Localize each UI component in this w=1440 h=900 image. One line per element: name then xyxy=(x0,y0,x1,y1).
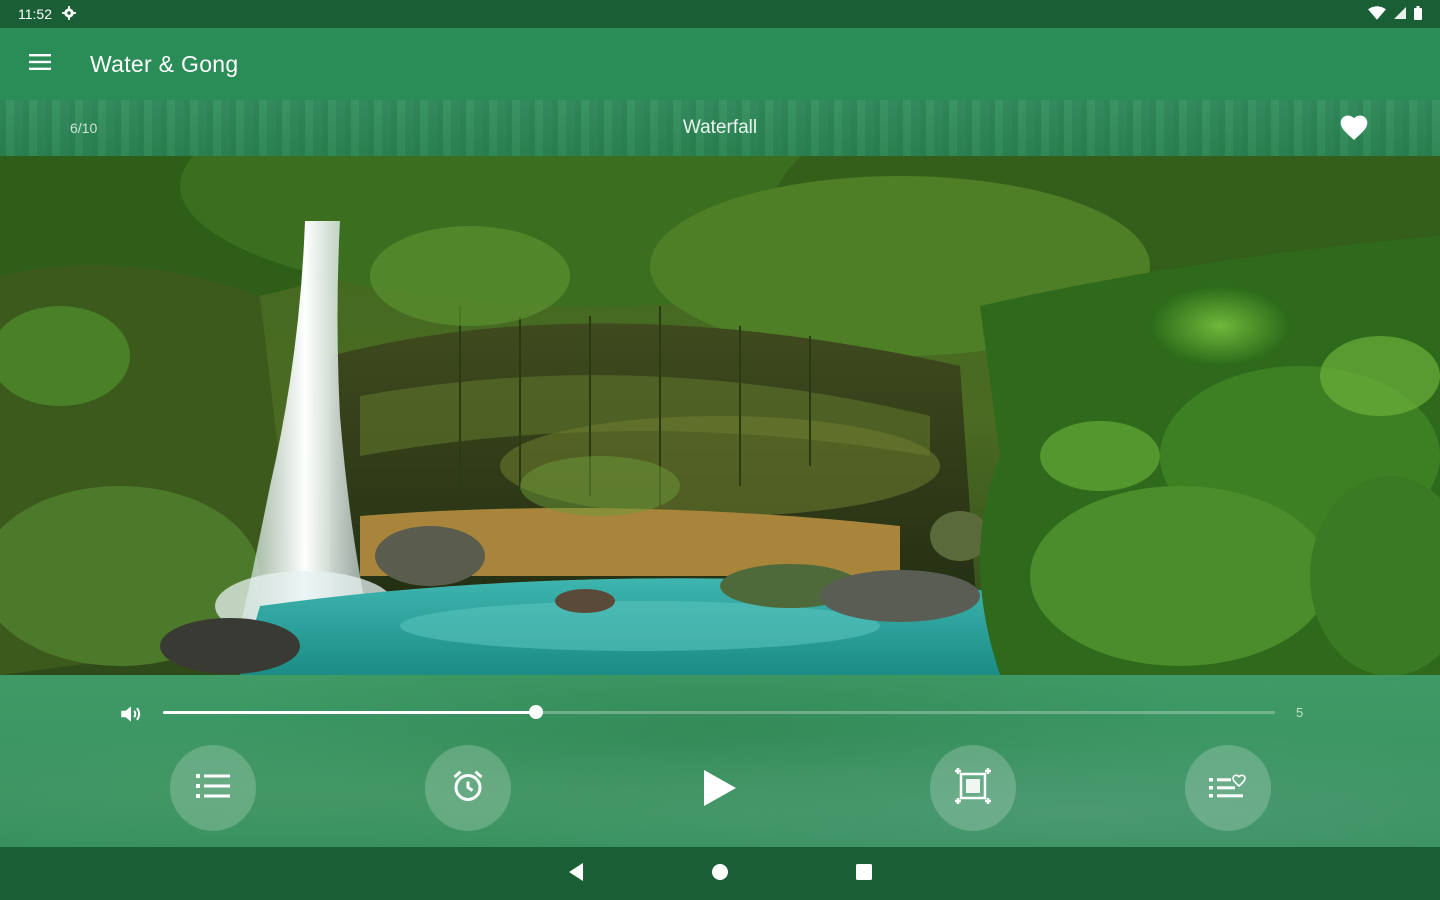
battery-icon xyxy=(1414,5,1422,23)
app-title: Water & Gong xyxy=(90,50,239,77)
menu-button[interactable] xyxy=(0,28,80,100)
volume-icon xyxy=(118,701,144,727)
heart-icon xyxy=(1338,115,1370,148)
track-bar: 6/10 Waterfall xyxy=(0,100,1440,156)
gear-icon xyxy=(62,5,76,23)
hamburger-menu-icon xyxy=(29,53,51,75)
volume-slider-thumb[interactable] xyxy=(528,705,543,719)
fullscreen-button[interactable] xyxy=(930,745,1016,831)
player-controls: 5 xyxy=(0,675,1440,847)
heart-list-icon xyxy=(1209,770,1247,807)
frame-icon xyxy=(955,767,991,809)
wifi-icon xyxy=(1368,5,1386,23)
volume-slider[interactable] xyxy=(163,705,1275,719)
list-icon xyxy=(196,772,230,805)
status-bar: 11:52 xyxy=(0,0,1440,28)
timer-button[interactable] xyxy=(425,745,511,831)
nav-home-button[interactable] xyxy=(707,861,733,887)
home-circle-icon xyxy=(711,863,729,886)
track-title: Waterfall xyxy=(682,117,758,138)
back-triangle-icon xyxy=(567,862,585,887)
nav-back-button[interactable] xyxy=(563,861,589,887)
volume-slider-fill xyxy=(163,711,536,714)
nav-recents-button[interactable] xyxy=(851,861,877,887)
app-root: 11:52 Water & Gong 6/10 Waterfall 5 xyxy=(0,0,1440,900)
recents-square-icon xyxy=(855,863,873,886)
playlist-button[interactable] xyxy=(170,745,256,831)
alarm-clock-icon xyxy=(450,768,486,809)
status-time: 11:52 xyxy=(18,6,52,22)
play-button[interactable] xyxy=(680,750,760,830)
favorites-list-button[interactable] xyxy=(1185,745,1271,831)
scene-image xyxy=(0,156,1440,675)
signal-icon xyxy=(1394,6,1406,22)
volume-max-label: 5 xyxy=(1296,705,1304,720)
play-icon xyxy=(702,768,738,813)
system-nav-bar xyxy=(0,847,1440,900)
app-bar: Water & Gong xyxy=(0,28,1440,100)
favorite-button[interactable] xyxy=(1338,112,1370,144)
